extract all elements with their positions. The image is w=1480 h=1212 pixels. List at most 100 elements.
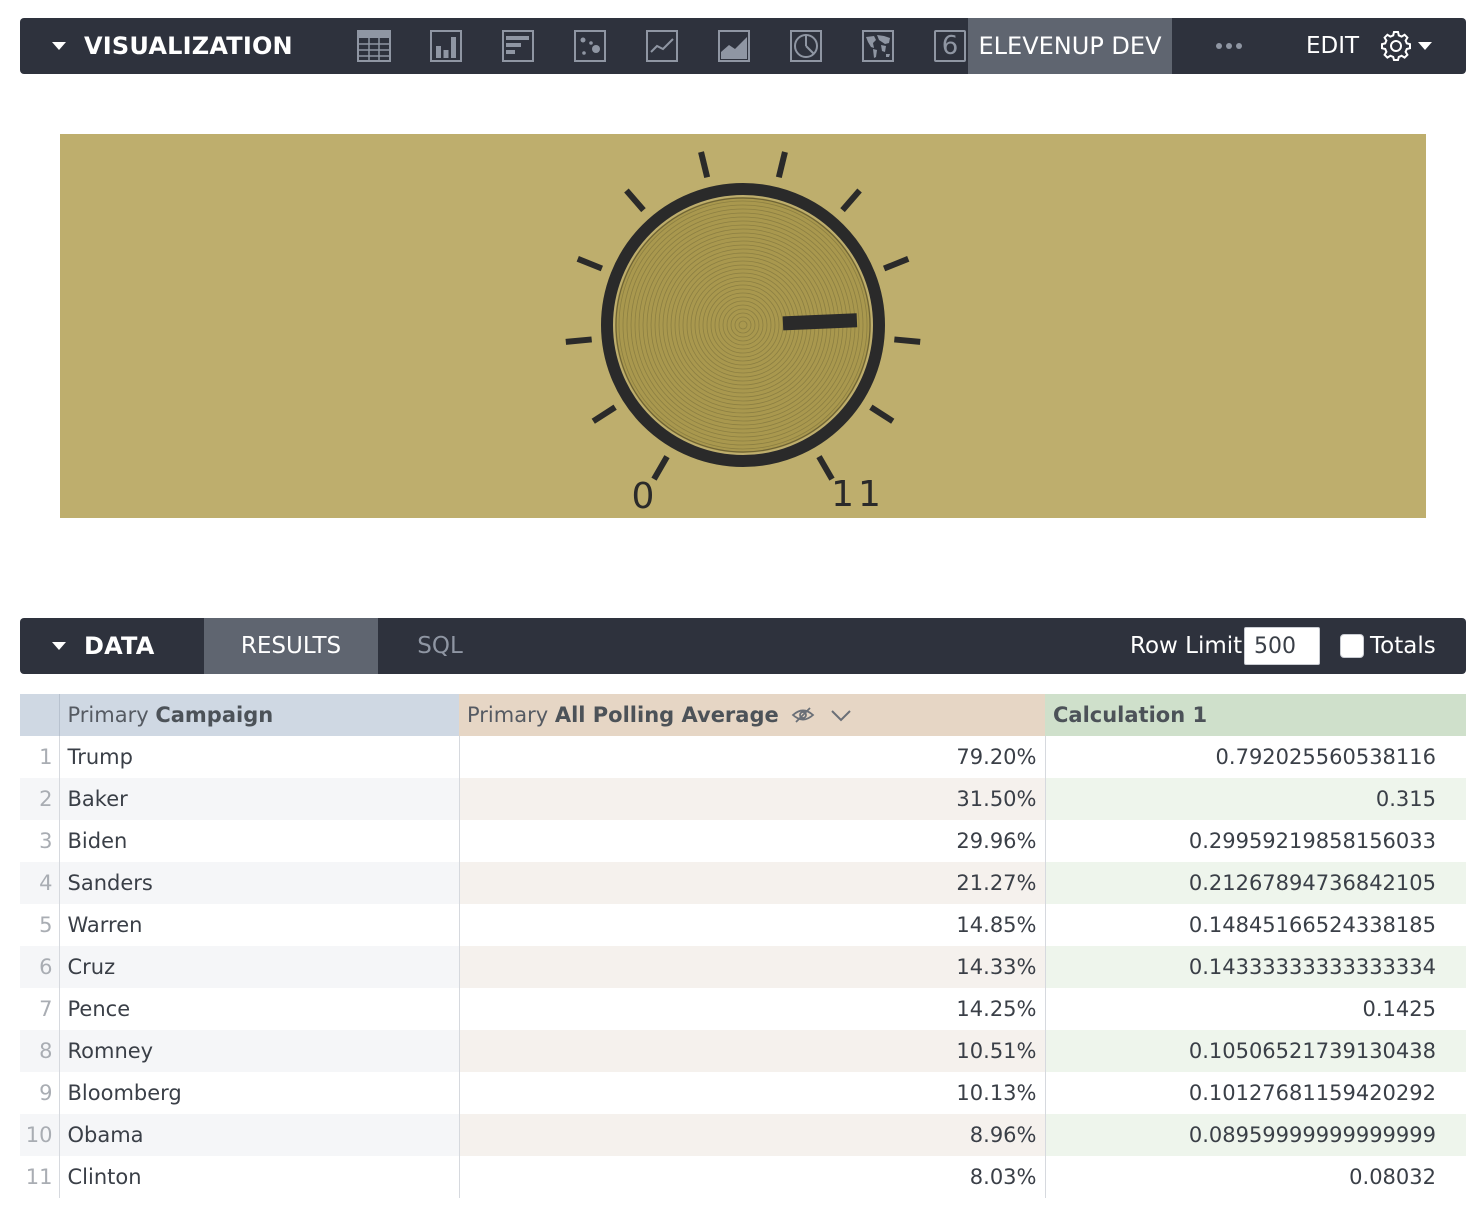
- calculation-cell: 0.08032: [1044, 1156, 1466, 1198]
- gauge-tick: [698, 151, 711, 178]
- gauge-tick: [651, 455, 670, 481]
- eye-hidden-icon[interactable]: [791, 706, 815, 724]
- caret-down-icon: [52, 42, 66, 50]
- row-number: 10: [20, 1114, 59, 1156]
- campaign-cell: Biden: [58, 820, 459, 862]
- gauge-tick: [624, 188, 646, 213]
- campaign-cell: Pence: [58, 988, 459, 1030]
- header-field-name: All Polling Average: [554, 703, 779, 727]
- gauge-tick: [775, 151, 788, 178]
- edit-button[interactable]: EDIT: [1306, 18, 1359, 74]
- calculation-cell: 0.1425: [1044, 988, 1466, 1030]
- calculation-cell: 0.14845166524338185: [1044, 904, 1466, 946]
- row-number: 3: [39, 829, 53, 853]
- calculation-cell: 0.792025560538116: [1044, 736, 1466, 778]
- polling-average-cell: 79.20%: [458, 736, 1045, 778]
- visualization-title: VISUALIZATION: [84, 32, 293, 60]
- caret-down-icon: [52, 642, 66, 650]
- data-section-toggle[interactable]: DATA: [20, 618, 155, 674]
- row-number-header: [20, 694, 59, 736]
- polling-average-column-header[interactable]: Primary All Polling Average: [459, 694, 1045, 736]
- polling-average-cell: 8.96%: [458, 1114, 1045, 1156]
- chevron-down-icon[interactable]: [829, 707, 853, 723]
- map-icon[interactable]: [842, 18, 914, 74]
- campaign-column-header[interactable]: Primary Campaign: [58, 694, 459, 736]
- campaign-cell: Trump: [58, 736, 459, 778]
- visualization-bar: VISUALIZATION 6 ELEVENUP DEV EDIT: [20, 18, 1466, 74]
- campaign-cell: Baker: [58, 778, 459, 820]
- calculation-cell: 0.29959219858156033: [1044, 820, 1466, 862]
- table-header-row: Primary Campaign Primary All Polling Ave…: [20, 694, 1466, 736]
- line-chart-icon[interactable]: [626, 18, 698, 74]
- gauge-min-label: 0: [632, 476, 655, 517]
- polling-average-cell: 31.50%: [458, 778, 1045, 820]
- tab-results[interactable]: RESULTS: [204, 618, 378, 674]
- data-bar: DATA RESULTS SQL Row Limit Totals: [20, 618, 1466, 674]
- table-row: 9 Bloomberg 10.13% 0.10127681159420292: [20, 1072, 1466, 1114]
- polling-average-cell: 14.85%: [458, 904, 1045, 946]
- bar-chart-icon[interactable]: [482, 18, 554, 74]
- single-value-glyph: 6: [934, 30, 966, 62]
- column-chart-icon[interactable]: [410, 18, 482, 74]
- row-number: 6: [20, 946, 59, 988]
- calculation-cell: 0.08959999999999999: [1044, 1114, 1466, 1156]
- row-number: 11: [25, 1165, 53, 1189]
- totals-label: Totals: [1370, 633, 1436, 659]
- polling-average-cell: 10.13%: [458, 1072, 1045, 1114]
- gauge-tick: [816, 455, 835, 481]
- polling-average-cell: 21.27%: [458, 862, 1045, 904]
- header-field-name: Campaign: [155, 703, 274, 727]
- campaign-cell: Romney: [58, 1030, 459, 1072]
- more-options-icon[interactable]: [1216, 18, 1246, 74]
- row-number: 1: [39, 745, 53, 769]
- polling-average-cell: 14.25%: [458, 988, 1045, 1030]
- gauge-tick: [894, 336, 921, 345]
- campaign-cell: Sanders: [58, 862, 459, 904]
- area-chart-icon[interactable]: [698, 18, 770, 74]
- calculation-cell: 0.14333333333333334: [1044, 946, 1466, 988]
- active-visualization-tab[interactable]: ELEVENUP DEV: [968, 18, 1172, 74]
- gauge-tick: [591, 404, 617, 424]
- row-limit-label: Row Limit: [1130, 633, 1243, 659]
- visualization-section-toggle[interactable]: VISUALIZATION: [20, 18, 293, 74]
- table-row: 8 Romney 10.51% 0.10506521739130438: [20, 1030, 1466, 1072]
- campaign-cell: Cruz: [58, 946, 459, 988]
- gauge-tick: [565, 336, 592, 345]
- tab-sql[interactable]: SQL: [394, 618, 486, 674]
- calculation-column-header[interactable]: Calculation 1: [1045, 694, 1466, 736]
- visualization-type-picker: 6: [338, 18, 986, 74]
- row-number: 2: [20, 778, 59, 820]
- campaign-cell: Bloomberg: [58, 1072, 459, 1114]
- table-row: 7 Pence 14.25% 0.1425: [20, 988, 1466, 1030]
- gauge-tick: [576, 256, 604, 272]
- polling-average-cell: 8.03%: [458, 1156, 1045, 1198]
- gauge-max-label: 11: [831, 474, 885, 515]
- table-row: 4 Sanders 21.27% 0.21267894736842105: [20, 862, 1466, 904]
- table-row: 3 Biden 29.96% 0.29959219858156033: [20, 820, 1466, 862]
- scatter-icon[interactable]: [554, 18, 626, 74]
- row-limit-input[interactable]: [1244, 627, 1320, 665]
- data-title: DATA: [84, 632, 155, 660]
- gauge-tick: [840, 188, 862, 213]
- row-number: 5: [39, 913, 53, 937]
- settings-menu[interactable]: [1380, 18, 1432, 74]
- row-number: 7: [39, 997, 53, 1021]
- pie-chart-icon[interactable]: [770, 18, 842, 74]
- table-row: 5 Warren 14.85% 0.14845166524338185: [20, 904, 1466, 946]
- gauge-tick: [869, 404, 895, 424]
- polling-average-cell: 14.33%: [458, 946, 1045, 988]
- chevron-down-icon: [1418, 42, 1432, 50]
- calculation-cell: 0.10127681159420292: [1044, 1072, 1466, 1114]
- calculation-cell: 0.10506521739130438: [1044, 1030, 1466, 1072]
- table-row: 10 Obama 8.96% 0.08959999999999999: [20, 1114, 1466, 1156]
- totals-checkbox[interactable]: [1340, 634, 1364, 658]
- calculation-cell: 0.315: [1044, 778, 1466, 820]
- table-row: 11 Clinton 8.03% 0.08032: [20, 1156, 1466, 1198]
- table-icon[interactable]: [338, 18, 410, 74]
- campaign-cell: Clinton: [58, 1156, 459, 1198]
- results-table: Primary Campaign Primary All Polling Ave…: [20, 694, 1466, 1198]
- campaign-cell: Obama: [58, 1114, 459, 1156]
- calculation-cell: 0.21267894736842105: [1044, 862, 1466, 904]
- polling-average-cell: 10.51%: [458, 1030, 1045, 1072]
- row-number: 8: [20, 1030, 59, 1072]
